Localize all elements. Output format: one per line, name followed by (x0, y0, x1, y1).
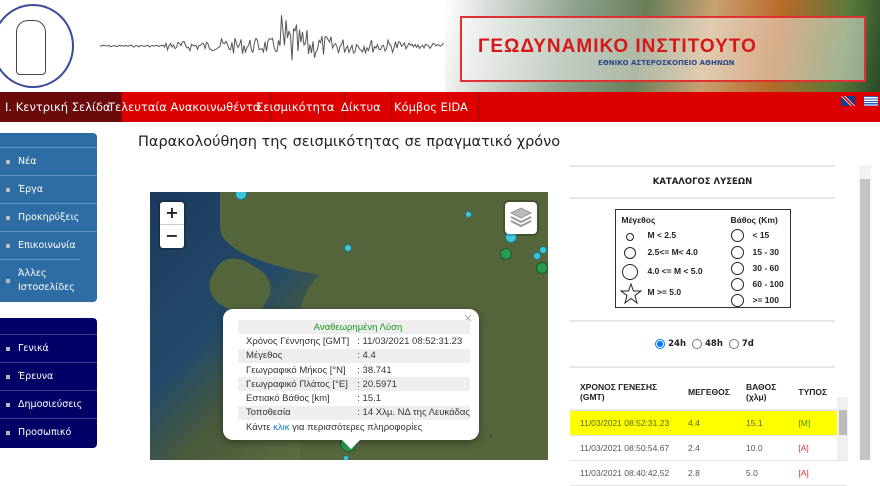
catalog-panel: ΚΑΤΑΛΟΓΟΣ ΛΥΣΕΩΝ Μέγεθος M < 2.5 2.5<= M… (570, 165, 847, 486)
popup-label: Μέγεθος (246, 350, 283, 362)
earthquake-marker[interactable] (500, 248, 512, 260)
earthquake-marker[interactable] (344, 244, 352, 252)
popup-label: Γεωγραφικό Πλάτος [°E] (246, 378, 348, 390)
medium-circle-icon (623, 247, 636, 259)
legend-mag-label: M < 2.5 (647, 230, 677, 240)
cell-magnitude: 4.4 (678, 410, 736, 436)
cell-type: [A] (788, 460, 847, 486)
column-header[interactable]: ΜΕΓΕΘΟΣ (678, 374, 736, 411)
table-row[interactable]: 11/03/2021 08:50:54.67 2.4 10.0 [A] (570, 435, 847, 461)
layers-button[interactable] (505, 202, 537, 234)
popup-label: Χρόνος Γέννησης [GMT] (246, 335, 350, 347)
map-legend: Μέγεθος M < 2.5 2.5<= M< 4.0 4.0 <= M < … (614, 209, 791, 308)
star-icon (619, 283, 642, 305)
cell-depth: 5.0 (736, 460, 789, 486)
table-row[interactable]: 11/03/2021 08:40:42.52 2.8 5.0 [A] (570, 460, 847, 486)
radio-label: 48h (705, 339, 723, 349)
column-header[interactable]: ΧΡΟΝΟΣ ΓΕΝΕΣΗΣ (GMT) (570, 374, 678, 411)
legend-mag-label: 2.5<= M< 4.0 (647, 247, 698, 257)
cell-depth: 10.0 (736, 435, 789, 461)
popup-value: : 14 Χλμ. ΝΔ της Λευκάδας (357, 407, 470, 419)
sidebar-item-staff[interactable]: Προσωπικό (0, 418, 97, 446)
zoom-in-button[interactable]: + (160, 202, 184, 225)
earthquake-marker[interactable] (539, 246, 547, 254)
depth-color-swatch (730, 262, 744, 275)
greek-flag-icon[interactable] (864, 96, 878, 106)
sidebar-item-research[interactable]: Έρευνα (0, 362, 97, 390)
site-title[interactable]: ΓΕΩΔΥΝΑΜΙΚΟ ΙΝΣΤΙΤΟΥΤΟ (478, 36, 757, 58)
seismicity-map[interactable]: + − × Αναθεωρημένη Λύση Χρόνος Γέννησης … (150, 192, 548, 460)
legend-mag-label: M >= 5.0 (647, 287, 682, 297)
popup-header: Αναθεωρημένη Λύση (313, 321, 403, 333)
legend-depth-label: 30 - 60 (752, 263, 779, 273)
radio-label: 7d (741, 339, 754, 349)
sidebar-item-publications[interactable]: Δημοσιεύσεις (0, 390, 97, 418)
popup-label: Εστιακό Βάθος [km] (246, 393, 330, 405)
zoom-control: + − (160, 202, 184, 248)
earthquake-marker[interactable] (536, 262, 548, 274)
sidebar-item-news[interactable]: Νέα (0, 147, 97, 175)
sidebar-item-projects[interactable]: Έργα (0, 175, 97, 203)
legend-mag-label: 4.0 <= M < 5.0 (647, 266, 703, 276)
depth-color-swatch (730, 278, 744, 291)
table-scrollbar[interactable] (837, 397, 848, 460)
site-subtitle: ΕΘΝΙΚΟ ΑΣΤΕΡΟΣΚΟΠΕΙΟ ΑΘΗΝΩΝ (598, 59, 735, 67)
legend-magnitude-title: Μέγεθος (621, 215, 656, 225)
cell-depth: 15.1 (736, 410, 789, 436)
page-title: Παρακολούθηση της σεισμικότητας σε πραγμ… (138, 134, 561, 150)
radio-7d[interactable] (728, 339, 739, 349)
seismogram-graphic (100, 15, 444, 61)
popup-label: Τοποθεσία (246, 407, 291, 419)
cell-magnitude: 2.8 (678, 460, 736, 486)
radio-label: 24h (668, 339, 686, 349)
layers-icon (509, 207, 533, 228)
popup-value: : 20.5971 (357, 378, 397, 390)
sidebar-menu-2: Γενικά Έρευνα Δημοσιεύσεις Προσωπικό (0, 318, 97, 448)
sidebar-item-announcements[interactable]: Προκηρύξεις (0, 203, 97, 231)
sidebar-item-general[interactable]: Γενικά (0, 334, 97, 362)
popup-value: : 38.741 (357, 364, 392, 376)
zoom-out-button[interactable]: − (160, 225, 184, 248)
period-selector: 24h 48h 7d (570, 322, 835, 366)
column-header[interactable]: ΒΑΘΟΣ (χλμ) (736, 374, 789, 411)
depth-color-swatch (730, 229, 744, 242)
catalog-title: ΚΑΤΑΛΟΓΟΣ ΛΥΣΕΩΝ (652, 177, 753, 187)
uk-flag-icon[interactable] (841, 96, 855, 106)
depth-color-swatch (730, 294, 744, 307)
cell-time: 11/03/2021 08:52:31.23 (570, 410, 678, 436)
cell-magnitude: 2.4 (678, 435, 736, 461)
legend-depth-title: Βάθος (Km) (730, 215, 778, 225)
popup-value: : 11/03/2021 08:52:31.23 (357, 335, 463, 347)
more-info-link[interactable]: κλικ (273, 422, 289, 433)
legend-depth-label: >= 100 (752, 295, 779, 305)
site-header: ΓΕΩΔΥΝΑΜΙΚΟ ΙΝΣΤΙΤΟΥΤΟ ΕΘΝΙΚΟ ΑΣΤΕΡΟΣΚΟΠ… (0, 0, 880, 92)
legend-depth-label: < 15 (752, 230, 770, 240)
catalog-table: ΧΡΟΝΟΣ ΓΕΝΕΣΗΣ (GMT) ΜΕΓΕΘΟΣ ΒΑΘΟΣ (χλμ)… (570, 374, 847, 486)
popup-value: : 4.4 (357, 350, 376, 362)
earthquake-marker[interactable] (465, 211, 472, 218)
sidebar-item-contact[interactable]: Επικοινωνία (0, 231, 97, 259)
popup-footer: Κάντε κλικ για περισσότερες πληροφορίες (246, 421, 423, 433)
cell-time: 11/03/2021 08:50:54.67 (570, 435, 678, 461)
nav-networks[interactable]: Δίκτυα (331, 92, 392, 122)
observatory-logo[interactable] (0, 4, 74, 88)
depth-color-swatch (730, 246, 744, 259)
nav-eida[interactable]: Κόμβος EIDA (384, 92, 479, 122)
legend-depth-label: 60 - 100 (752, 279, 784, 289)
main-nav: Ι. Κεντρική Σελίδα Τελευταία Ανακοινωθέν… (0, 92, 880, 122)
radio-24h[interactable] (655, 339, 666, 349)
panel-scrollbar[interactable] (859, 165, 871, 460)
legend-depth-label: 15 - 30 (752, 247, 779, 257)
popup-value: : 15.1 (357, 393, 382, 405)
small-circle-icon (625, 233, 634, 241)
sidebar-item-other-sites[interactable]: Άλλες Ιστοσελίδες (0, 259, 80, 301)
popup-label: Γεωγραφικό Μήκος [°N] (246, 364, 346, 376)
table-row[interactable]: 11/03/2021 08:52:31.23 4.4 15.1 [M] (570, 410, 847, 436)
radio-48h[interactable] (692, 339, 702, 349)
earthquake-popup: × Αναθεωρημένη Λύση Χρόνος Γέννησης [GMT… (223, 309, 479, 449)
cell-time: 11/03/2021 08:40:42.52 (570, 460, 678, 486)
sidebar-menu-1: Νέα Έργα Προκηρύξεις Επικοινωνία Άλλες Ι… (0, 133, 97, 302)
earthquake-marker[interactable] (343, 455, 349, 460)
large-circle-icon (621, 264, 638, 280)
